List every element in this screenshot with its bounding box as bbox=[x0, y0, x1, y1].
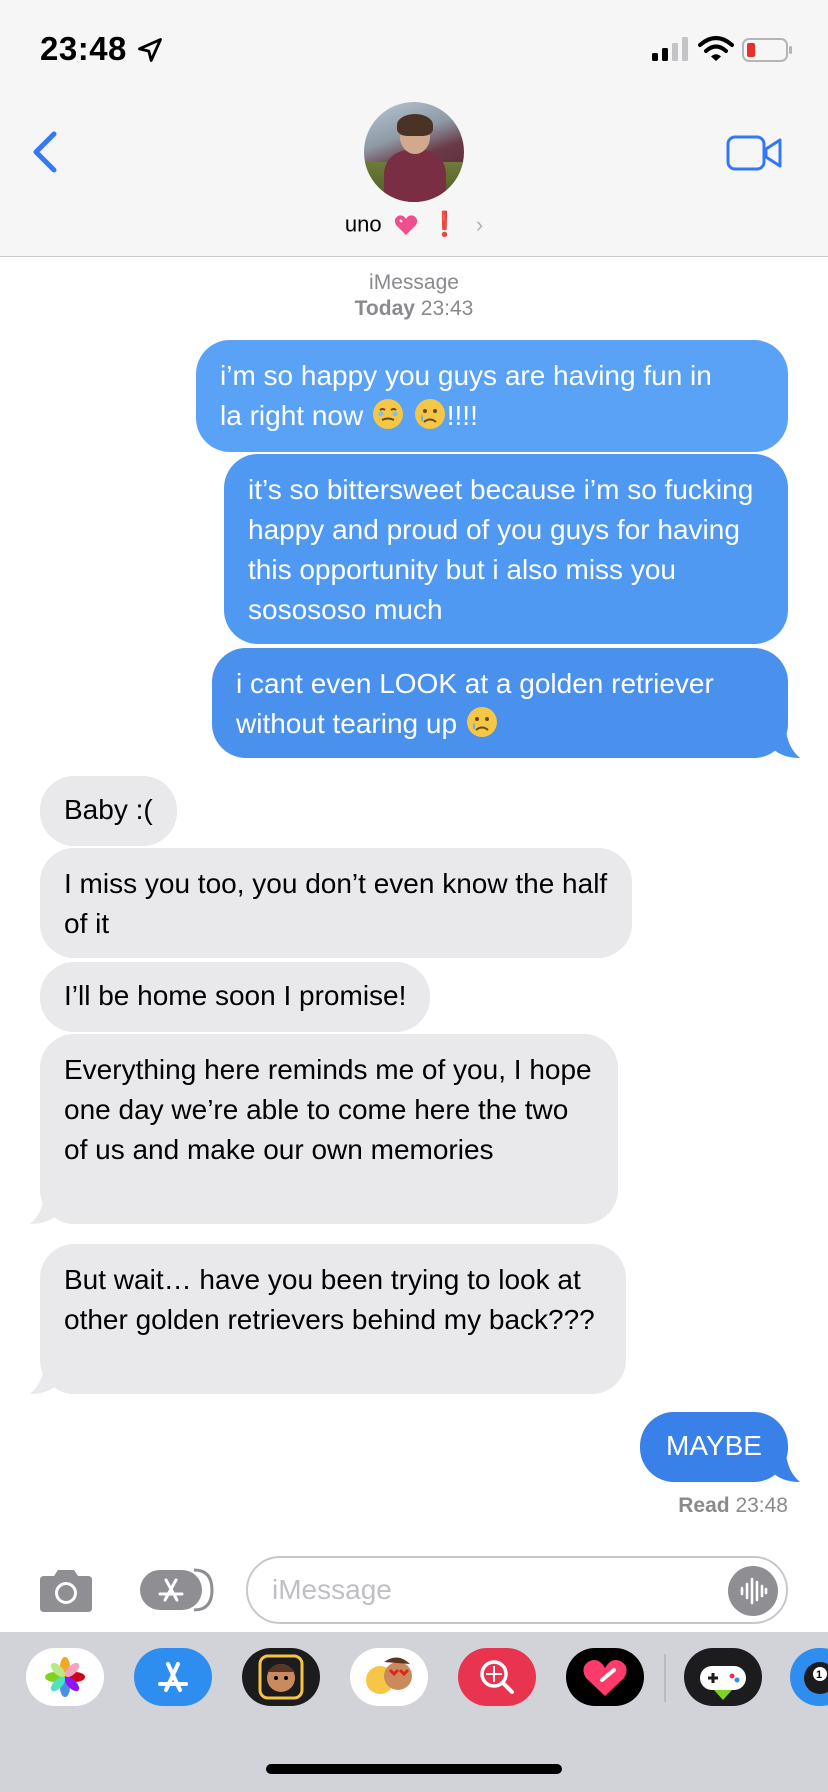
message-text: I’ll be home soon I promise! bbox=[64, 980, 407, 1011]
message-text: !!!! bbox=[446, 400, 478, 431]
received-message-bubble[interactable]: Everything here reminds me of you, I hop… bbox=[40, 1034, 618, 1224]
image-search-icon[interactable] bbox=[458, 1648, 536, 1706]
pool-game-icon[interactable]: 1 bbox=[790, 1648, 828, 1706]
message-text: But wait… have you been trying to look a… bbox=[64, 1264, 595, 1335]
chevron-right-icon: › bbox=[475, 211, 484, 237]
conversation-header: 23:48 uno ❗ › bbox=[0, 0, 828, 257]
service-label: iMessage bbox=[369, 271, 459, 294]
app-store-icon[interactable] bbox=[134, 1648, 212, 1706]
thread-timestamp: iMessage Today 23:43 bbox=[0, 270, 828, 322]
audio-message-icon[interactable] bbox=[728, 1566, 778, 1616]
crying-face-emoji-icon bbox=[466, 707, 497, 737]
received-bubble-tail bbox=[30, 1366, 58, 1394]
animoji-stickers-icon[interactable] bbox=[350, 1648, 428, 1706]
received-message-bubble[interactable]: I miss you too, you don’t even know the … bbox=[40, 848, 632, 958]
pool-ball-number: 1 bbox=[816, 1669, 822, 1681]
app-store-drawer-icon[interactable] bbox=[138, 1566, 214, 1614]
cellular-signal-icon bbox=[652, 37, 688, 61]
message-text: la right now bbox=[220, 400, 371, 431]
facetime-video-icon[interactable] bbox=[726, 134, 782, 172]
location-arrow-icon bbox=[138, 38, 162, 62]
game-pigeon-icon[interactable] bbox=[684, 1648, 762, 1706]
sent-message-bubble[interactable]: it’s so bittersweet because i’m so fucki… bbox=[224, 454, 788, 644]
holding-back-tears-emoji-icon bbox=[372, 399, 403, 429]
contact-name: uno bbox=[344, 211, 382, 237]
sparkling-heart-icon bbox=[394, 214, 418, 236]
photos-icon[interactable] bbox=[26, 1648, 104, 1706]
message-text: Baby :( bbox=[64, 794, 153, 825]
contact-name-row[interactable]: uno ❗ › bbox=[0, 210, 828, 239]
wifi-icon bbox=[698, 36, 734, 61]
sent-message-bubble[interactable]: MAYBE bbox=[640, 1412, 788, 1482]
back-chevron-icon[interactable] bbox=[28, 128, 64, 176]
drawer-divider bbox=[664, 1654, 666, 1702]
sent-bubble-tail bbox=[772, 1454, 800, 1482]
exclamation-mark-icon: ❗ bbox=[429, 211, 460, 238]
message-input[interactable]: iMessage bbox=[246, 1556, 788, 1624]
contact-avatar[interactable] bbox=[364, 102, 464, 202]
crying-face-emoji-icon bbox=[414, 399, 445, 429]
received-message-bubble[interactable]: Baby :( bbox=[40, 776, 177, 846]
message-text: it’s so bittersweet because i’m so fucki… bbox=[248, 474, 754, 625]
message-text: Everything here reminds me of you, I hop… bbox=[64, 1054, 592, 1165]
memoji-icon[interactable] bbox=[242, 1648, 320, 1706]
received-bubble-tail bbox=[30, 1196, 58, 1224]
received-message-bubble[interactable]: But wait… have you been trying to look a… bbox=[40, 1244, 626, 1394]
read-receipt: Read 23:48 bbox=[678, 1494, 788, 1517]
battery-icon bbox=[742, 38, 792, 62]
message-text: I miss you too, you don’t even know the … bbox=[64, 868, 608, 939]
received-message-bubble[interactable]: I’ll be home soon I promise! bbox=[40, 962, 431, 1032]
digital-touch-icon[interactable] bbox=[566, 1648, 644, 1706]
home-indicator bbox=[266, 1764, 562, 1774]
sent-message-bubble[interactable]: i cant even LOOK at a golden retriever w… bbox=[212, 648, 788, 758]
status-time: 23:48 bbox=[40, 30, 127, 67]
message-text: i’m so happy you guys are having fun in bbox=[220, 360, 712, 391]
camera-icon[interactable] bbox=[36, 1566, 96, 1614]
sent-bubble-tail bbox=[772, 730, 800, 758]
sent-message-bubble[interactable]: i’m so happy you guys are having fun in … bbox=[196, 340, 788, 452]
message-input-placeholder: iMessage bbox=[272, 1574, 392, 1605]
message-text: MAYBE bbox=[666, 1430, 762, 1461]
date-label: Today 23:43 bbox=[354, 297, 474, 320]
